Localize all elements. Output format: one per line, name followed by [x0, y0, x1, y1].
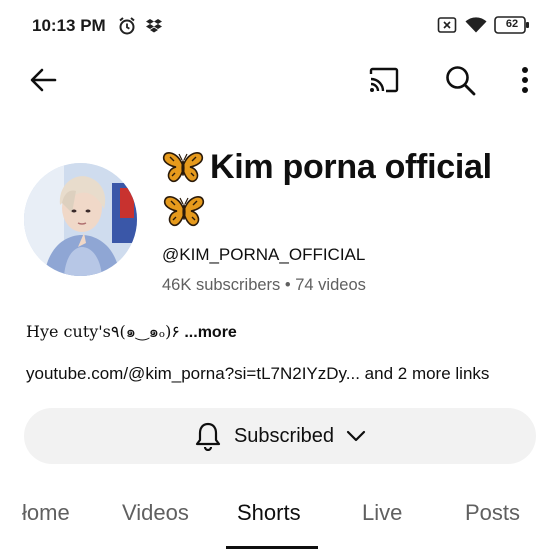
tab-live[interactable]: Live: [362, 500, 402, 526]
active-tab-indicator: [226, 546, 318, 549]
butterfly-icon: [162, 150, 204, 196]
wifi-icon: [465, 16, 487, 39]
search-button[interactable]: [438, 58, 482, 102]
channel-name-text: Kim porna official: [210, 148, 492, 186]
search-icon: [446, 66, 476, 96]
more-link[interactable]: ...more: [180, 324, 236, 341]
sim-off-icon: [437, 16, 457, 39]
channel-tabs: łome Videos Shorts Live Posts: [0, 490, 560, 560]
more-vert-icon: [522, 67, 528, 93]
cast-icon: [369, 67, 399, 93]
battery-level: 62: [505, 18, 519, 30]
status-bar: 10:13 PM 62: [0, 0, 560, 56]
tab-home[interactable]: łome: [22, 500, 70, 526]
bell-icon: [195, 422, 221, 451]
channel-title: Kim porna official: [162, 144, 542, 196]
top-app-bar: [0, 56, 560, 106]
status-time: 10:13 PM: [32, 16, 106, 35]
tab-posts[interactable]: Posts: [465, 500, 520, 526]
channel-handle: @KIM_PORNA_OFFICIAL: [162, 245, 366, 264]
description-text: Hye cuty's٩(๑‿๑ₒ)۶: [26, 322, 180, 341]
dropbox-icon: [145, 17, 163, 40]
alarm-icon: [117, 16, 137, 41]
more-options-button[interactable]: [503, 58, 547, 102]
channel-links[interactable]: youtube.com/@kim_porna?si=tL7N2IYzDy... …: [26, 364, 489, 384]
channel-stats: 46K subscribers • 74 videos: [162, 276, 366, 294]
tab-videos[interactable]: Videos: [122, 500, 189, 526]
tab-shorts[interactable]: Shorts: [237, 500, 301, 526]
channel-avatar[interactable]: [24, 163, 137, 276]
back-arrow-icon: [30, 68, 57, 92]
channel-description[interactable]: Hye cuty's٩(๑‿๑ₒ)۶ ...more: [26, 320, 237, 345]
butterfly-icon: [163, 194, 205, 233]
subscribed-button[interactable]: Subscribed: [24, 408, 536, 464]
avatar-photo: [24, 163, 137, 276]
subscribed-label: Subscribed: [233, 424, 335, 447]
back-button[interactable]: [21, 58, 65, 102]
chevron-down-icon: [346, 430, 366, 442]
cast-button[interactable]: [362, 58, 406, 102]
